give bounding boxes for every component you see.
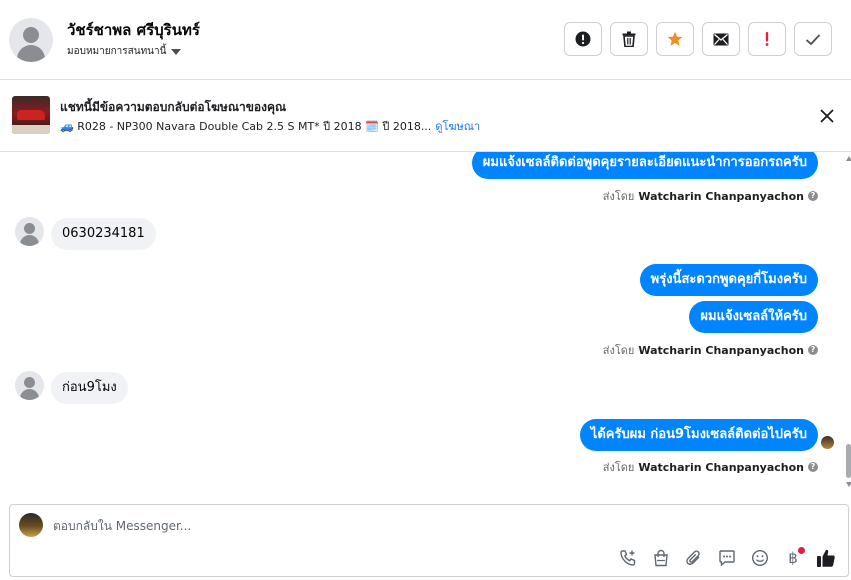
sent-by-prefix: ส่งโดย bbox=[602, 461, 635, 474]
emoji-button[interactable] bbox=[750, 548, 770, 568]
scroll-down-arrow-icon[interactable] bbox=[846, 482, 851, 487]
sender-name: Watcharin Chanpanyachon bbox=[638, 460, 804, 474]
baht-payment-icon: ฿ bbox=[788, 549, 798, 567]
seen-receipt-avatar bbox=[821, 436, 834, 449]
sent-by-prefix: ส่งโดย bbox=[602, 344, 635, 357]
reply-composer: ฿ bbox=[9, 504, 849, 577]
ad-banner-title: แชทนี้มีข้อความตอบกลับต่อโฆษณาของคุณ bbox=[60, 100, 287, 114]
ad-banner-description: 🚙 R028 - NP300 Navara Double Cab 2.5 S M… bbox=[60, 117, 480, 135]
inbox-conversation-panel: วัชร์ชาพล ศรีบุรินทร์ มอบหมายการสนทนานี้ bbox=[0, 0, 851, 580]
message-bubble-incoming[interactable]: 0630234181 bbox=[51, 218, 156, 250]
check-icon bbox=[805, 33, 821, 45]
star-button[interactable] bbox=[656, 22, 694, 56]
send-like-button[interactable] bbox=[816, 548, 836, 568]
mark-done-button[interactable] bbox=[794, 22, 832, 56]
contact-avatar-small[interactable] bbox=[15, 217, 44, 246]
sent-by-prefix: ส่งโดย bbox=[602, 190, 635, 203]
composer-toolbar: ฿ bbox=[618, 547, 836, 568]
delete-button[interactable] bbox=[610, 22, 648, 56]
envelope-icon bbox=[713, 33, 729, 45]
close-icon[interactable] bbox=[818, 107, 836, 125]
assign-conversation-dropdown[interactable]: มอบหมายการสนทนานี้ bbox=[67, 44, 182, 59]
page-avatar bbox=[19, 513, 43, 537]
message-bubble-outgoing[interactable]: ผมแจ้งเซลล์ติดต่อพูดคุยรายละเอียดแนะนำกา… bbox=[471, 152, 818, 179]
info-icon[interactable]: ? bbox=[808, 191, 818, 201]
assign-label: มอบหมายการสนทนานี้ bbox=[67, 46, 167, 57]
car-image bbox=[17, 110, 45, 120]
user-silhouette-icon bbox=[23, 27, 39, 43]
thumbs-up-icon bbox=[817, 549, 835, 567]
user-silhouette-icon bbox=[24, 377, 35, 388]
view-ad-link[interactable]: ดูโฆษณา bbox=[435, 117, 480, 135]
ad-thumbnail[interactable] bbox=[12, 96, 50, 134]
conversation-header: วัชร์ชาพล ศรีบุรินทร์ มอบหมายการสนทนานี้ bbox=[0, 0, 851, 80]
message-bubble-incoming[interactable]: ก่อน9โมง bbox=[51, 372, 128, 404]
sender-name: Watcharin Chanpanyachon bbox=[638, 189, 804, 203]
phone-plus-icon bbox=[620, 550, 636, 566]
mark-unread-button[interactable] bbox=[702, 22, 740, 56]
sent-by-label: ส่งโดย Watcharin Chanpanyachon ? bbox=[603, 458, 818, 476]
info-icon[interactable]: ? bbox=[808, 345, 818, 355]
user-silhouette-body bbox=[17, 45, 45, 62]
thumbnail-strip bbox=[12, 125, 50, 134]
saved-reply-icon bbox=[719, 550, 735, 567]
info-icon[interactable]: ? bbox=[808, 462, 818, 472]
message-thread: ผมแจ้งเซลล์ติดต่อพูดคุยรายละเอียดแนะนำกา… bbox=[0, 152, 851, 504]
saved-replies-button[interactable] bbox=[717, 548, 737, 568]
shopping-bag-icon bbox=[654, 549, 668, 567]
shop-button[interactable] bbox=[651, 548, 671, 568]
mark-spam-button[interactable] bbox=[564, 22, 602, 56]
sent-by-label: ส่งโดย Watcharin Chanpanyachon ? bbox=[603, 341, 818, 359]
call-button[interactable] bbox=[618, 548, 638, 568]
sender-name: Watcharin Chanpanyachon bbox=[638, 343, 804, 357]
contact-name[interactable]: วัชร์ชาพล ศรีบุรินทร์ bbox=[67, 18, 200, 42]
message-bubble-outgoing[interactable]: พรุ่งนี้สะดวกพูดคุยกี่โมงครับ bbox=[639, 264, 818, 296]
user-silhouette-body bbox=[20, 235, 39, 246]
scroll-up-arrow-icon[interactable] bbox=[846, 156, 851, 161]
trash-icon bbox=[622, 31, 636, 47]
message-bubble-outgoing[interactable]: ผมแจ้งเซลล์ให้ครับ bbox=[689, 301, 818, 333]
contact-avatar[interactable] bbox=[9, 18, 53, 62]
exclamation-circle-icon bbox=[575, 31, 591, 47]
user-silhouette-icon bbox=[24, 223, 35, 234]
reply-input[interactable] bbox=[53, 516, 813, 536]
scrollbar-thumb[interactable] bbox=[846, 444, 851, 478]
notification-dot bbox=[798, 547, 805, 554]
attach-button[interactable] bbox=[684, 548, 704, 568]
message-bubble-outgoing[interactable]: ได้ครับผม ก่อน9โมงเซลล์ติดต่อไปครับ bbox=[579, 419, 818, 451]
user-silhouette-body bbox=[20, 389, 39, 400]
paperclip-icon bbox=[686, 550, 700, 565]
ad-description-text: 🚙 R028 - NP300 Navara Double Cab 2.5 S M… bbox=[60, 120, 432, 133]
star-icon bbox=[667, 31, 683, 46]
caret-down-icon bbox=[171, 48, 182, 55]
exclamation-icon bbox=[765, 32, 769, 46]
mark-important-button[interactable] bbox=[748, 22, 786, 56]
emoji-icon bbox=[751, 549, 769, 567]
contact-avatar-small[interactable] bbox=[15, 371, 44, 400]
sent-by-label: ส่งโดย Watcharin Chanpanyachon ? bbox=[603, 187, 818, 205]
conversation-actions bbox=[564, 22, 832, 56]
payment-button[interactable]: ฿ bbox=[783, 547, 805, 568]
